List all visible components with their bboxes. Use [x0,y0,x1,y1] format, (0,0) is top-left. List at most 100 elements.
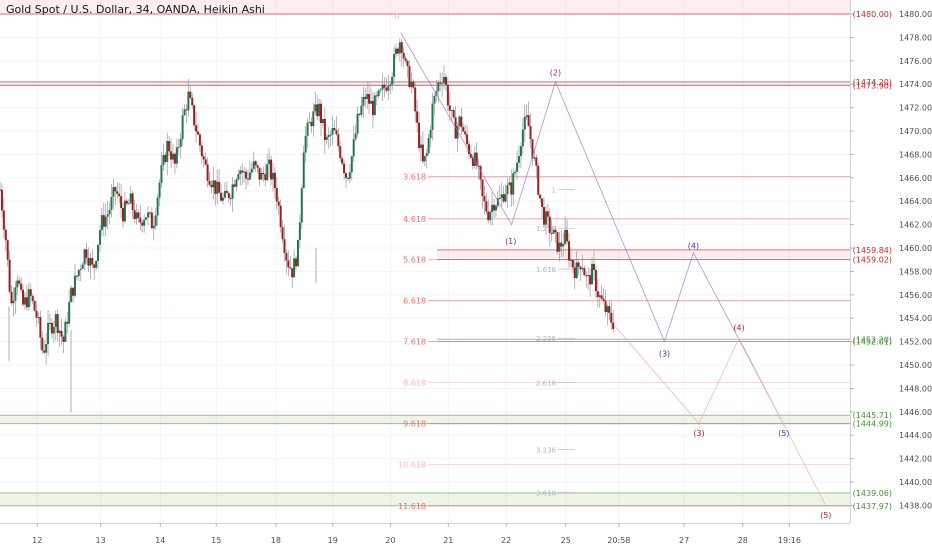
candle-body [35,310,38,318]
candle-body [419,144,422,149]
candle-body [450,110,453,112]
y-tick-label: 1474.00 [899,80,932,89]
x-tick-label: 20:58 [607,536,630,545]
fib2-label: 3.236 [536,446,557,454]
y-tick-label: 1448.00 [899,384,932,393]
candle-body [552,229,555,234]
candle-body [562,244,565,247]
candle-body [514,171,517,174]
x-tick-label: 14 [155,536,165,545]
candle-body [89,258,92,266]
candle-body [100,215,103,231]
x-tick-label: 28 [738,536,748,545]
candle-body [29,289,32,296]
candle-body [104,216,107,227]
candle-body [364,96,367,100]
price-chart[interactable]: 3.618 4.618 5.618 6.618 7.618 8.618 9.618 10.61… [0,0,932,550]
chart-container[interactable]: 3.618 4.618 5.618 6.618 7.618 8.618 9.618 10.61… [0,0,932,550]
candle-body [483,196,486,202]
wave-label: (4) [733,324,744,333]
candle-body [10,291,13,304]
candle-body [542,207,545,225]
candle-body [444,76,447,85]
candle-body [281,227,284,240]
candle-body [264,174,267,181]
candle-body [602,298,605,301]
candle-body [112,187,115,197]
candle-body [581,268,584,270]
candle-body [110,196,113,210]
candle-body [487,211,490,221]
candle-body [133,210,136,220]
level-band [0,81,850,86]
candle-body [0,189,1,191]
candle-body [73,275,76,296]
fib2-label: 2.236 [536,335,557,343]
candle-body [233,184,236,187]
candle-body [50,322,53,334]
x-tick-label: 19 [328,536,338,545]
candle-body [0,189,3,211]
wave-label: (2) [550,69,561,78]
candle-body [141,222,144,226]
candle-body [116,191,119,194]
wave-label: 0 [394,12,399,21]
candle-body [433,95,436,104]
candle-body [385,87,388,91]
candle-body [406,60,409,67]
candle-body [560,242,563,247]
candle-body [548,216,551,233]
candle-body [191,97,194,106]
y-tick-label: 1438.00 [899,501,932,510]
y-tick-label: 1442.00 [899,455,932,464]
fib-label: 7.618 [403,338,426,347]
candle-body [554,229,557,233]
candle-body [302,152,305,189]
candle-body [239,170,242,175]
candle-body [145,217,148,220]
candle-body [95,260,98,268]
candle-body [608,306,611,313]
level-label: (1444.99) [853,420,892,429]
candle-body [18,280,21,284]
candle-body [175,147,178,164]
y-tick-label: 1464.00 [899,197,932,206]
candle-body [220,192,223,201]
candle-body [412,81,415,88]
y-tick-label: 1476.00 [899,57,932,66]
candle-body [300,188,303,223]
candle-body [393,54,396,77]
candle-body [158,182,161,198]
candle-body [366,94,369,100]
candle-body [262,172,265,175]
candle-body [31,295,34,301]
candle-body [331,128,334,135]
candle-body [102,215,105,227]
candle-body [583,268,586,276]
candle-body [466,134,469,145]
candle-body [519,146,522,157]
candle-body [221,197,224,201]
candle-body [83,249,86,265]
candle-body [327,134,330,137]
candle-body [383,84,386,88]
candle-body [216,181,219,194]
candle-body [316,104,319,117]
candle-body [123,200,126,222]
candle-body [16,280,19,288]
candle-body [350,156,353,173]
candle-body [122,207,125,222]
candle-body [356,113,359,134]
candle-body [612,322,615,329]
candle-body [525,115,528,117]
candle-body [566,229,569,242]
candle-body [427,138,430,154]
candle-body [306,122,309,136]
level-label: (1473.90) [853,81,892,90]
candle-body [289,267,292,269]
candle-body [379,89,382,91]
candle-body [585,275,588,277]
candle-body [20,283,23,290]
candle-body [402,52,405,59]
wave-label: (5) [778,429,789,438]
